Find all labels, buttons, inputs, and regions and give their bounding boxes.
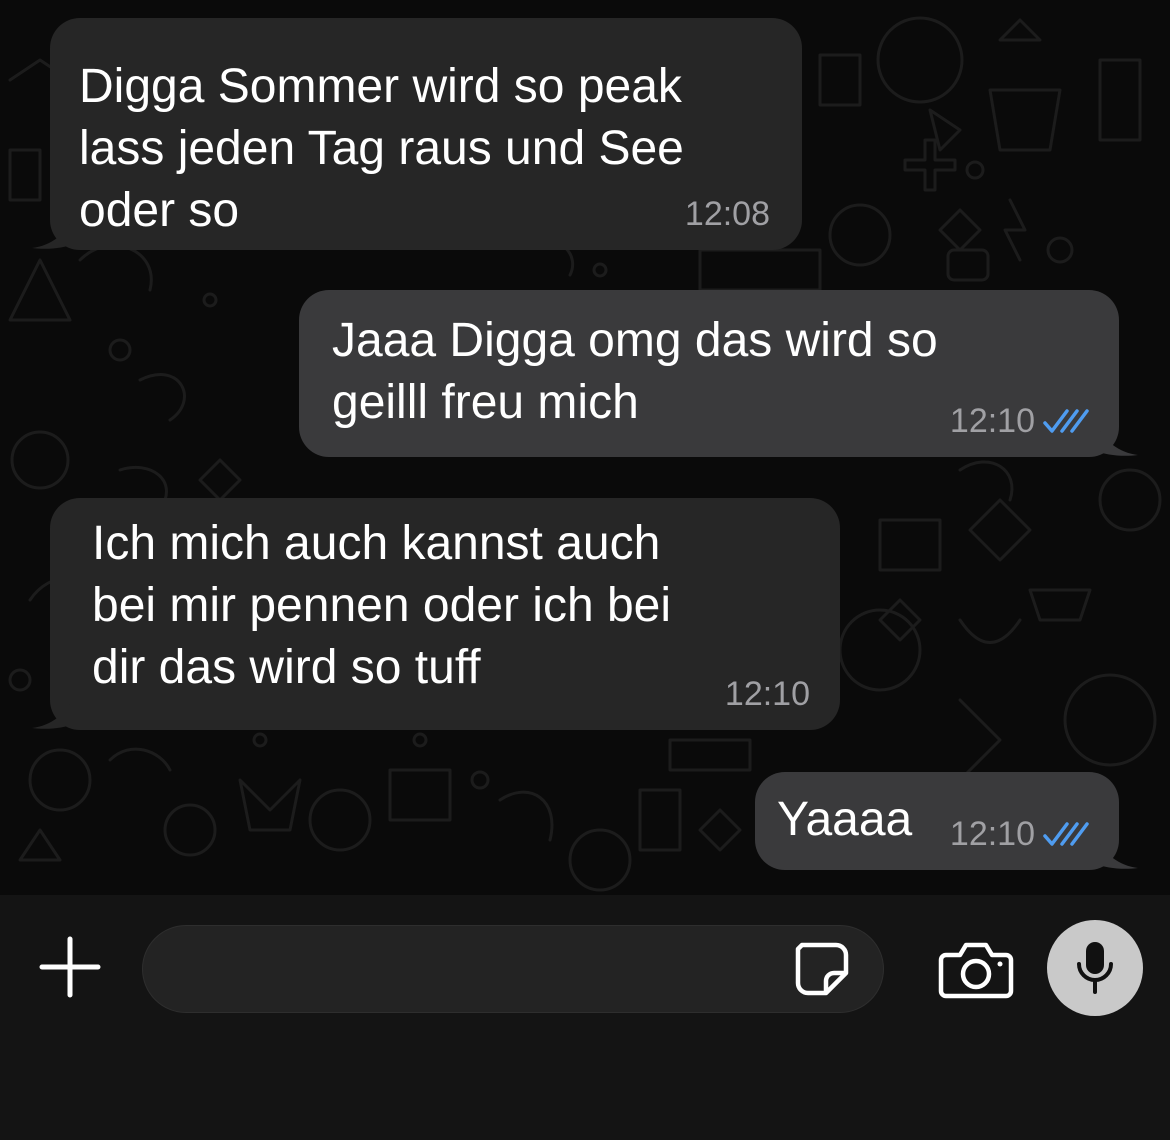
sticker-icon[interactable]: [792, 939, 852, 999]
double-check-icon: [1043, 409, 1089, 433]
microphone-icon: [1077, 942, 1113, 994]
message-timestamp: 12:10: [949, 815, 1035, 853]
message-timestamp: 12:08: [684, 195, 770, 233]
message-list[interactable]: Digga Sommer wird so peak lass jeden Tag…: [0, 0, 1170, 895]
message-bubble-outgoing[interactable]: Jaaa Digga omg das wird so geilll freu m…: [299, 290, 1119, 457]
message-meta: 12:10: [950, 814, 1091, 854]
bubble-tail-outgoing: [1096, 834, 1138, 869]
message-text: Digga Sommer wird so peak lass jeden Tag…: [79, 60, 684, 237]
message-meta: 12:08: [685, 194, 770, 234]
message-text: Ich mich auch kannst auch bei mir pennen…: [92, 517, 672, 694]
message-timestamp: 12:10: [949, 402, 1035, 440]
message-bubble-outgoing[interactable]: Yaaaa 12:10: [755, 772, 1119, 870]
plus-icon[interactable]: [38, 935, 102, 999]
microphone-button[interactable]: [1047, 920, 1143, 1016]
double-check-icon: [1043, 822, 1089, 846]
chat-screen: Digga Sommer wird so peak lass jeden Tag…: [0, 0, 1170, 1140]
camera-icon[interactable]: [938, 939, 1014, 999]
message-text: Yaaaa: [777, 793, 913, 846]
message-text: Jaaa Digga omg das wird so geilll freu m…: [332, 314, 938, 429]
composer-bar: [0, 895, 1170, 1140]
bubble-tail-incoming: [32, 694, 74, 729]
message-timestamp: 12:10: [724, 675, 810, 713]
bubble-tail-incoming: [32, 214, 74, 249]
message-meta: 12:10: [725, 674, 810, 714]
message-input[interactable]: [142, 925, 884, 1013]
message-bubble-incoming[interactable]: Digga Sommer wird so peak lass jeden Tag…: [50, 18, 802, 250]
message-bubble-incoming[interactable]: Ich mich auch kannst auch bei mir pennen…: [50, 498, 840, 730]
bubble-tail-outgoing: [1096, 421, 1138, 456]
message-meta: 12:10: [950, 401, 1091, 441]
